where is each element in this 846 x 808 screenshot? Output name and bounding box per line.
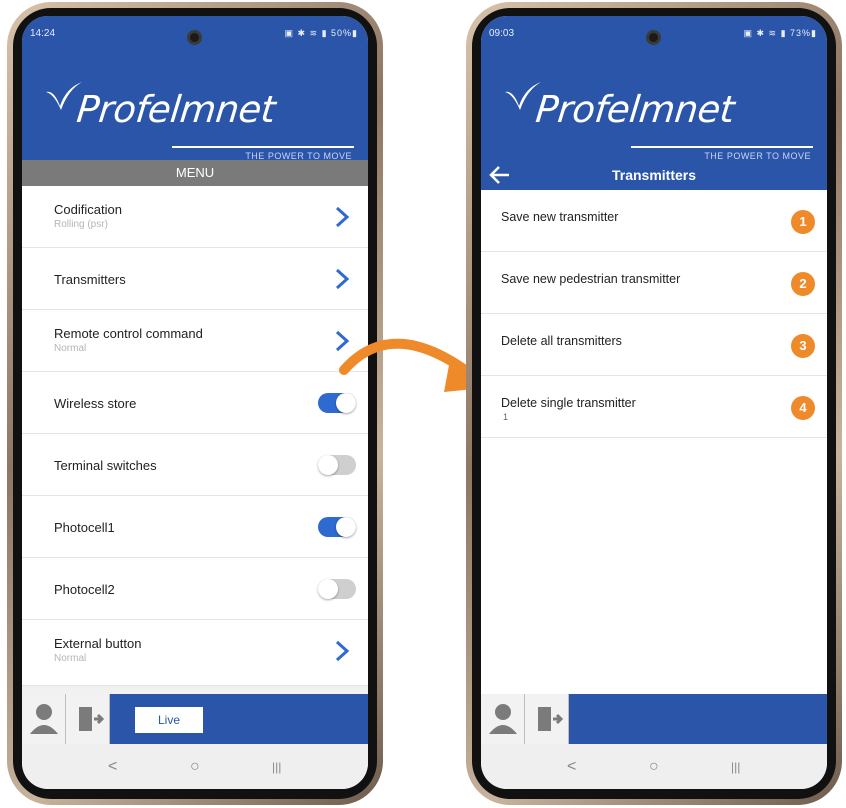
live-button[interactable]: Live [134, 706, 204, 734]
menu-item-terminal-switches: Terminal switches [22, 434, 368, 496]
nav-back-icon[interactable]: < [567, 758, 576, 776]
menu-item-external-button[interactable]: External button Normal [22, 620, 368, 686]
nav-back-icon[interactable]: < [108, 758, 117, 776]
toggle-knob [318, 455, 338, 475]
menu-header: MENU [22, 160, 368, 186]
status-icons: ▣ ✱ ≋ ▮ 50%▮ [284, 28, 358, 38]
brand-header: Profelmnet THE POWER TO MOVE [481, 50, 827, 161]
user-button[interactable] [22, 694, 66, 744]
logout-button[interactable] [525, 694, 569, 744]
menu-item-label: Photocell2 [54, 582, 115, 597]
menu-item-label: Wireless store [54, 396, 137, 411]
system-nav-bar: < ○ ||| [481, 744, 827, 789]
page-title: Transmitters [611, 167, 697, 183]
chevron-right-icon [335, 640, 350, 662]
left-screen: 14:24 ▣ ✱ ≋ ▮ 50%▮ Profelmnet THE POWER … [22, 16, 368, 789]
toggle-knob [318, 579, 338, 599]
list-item-label: Save new transmitter [501, 210, 619, 224]
logo-divider [631, 146, 813, 148]
bottom-toolbar: Live [22, 694, 368, 744]
transmitters-list: Save new transmitter 1 Save new pedestri… [481, 190, 827, 694]
step-badge: 4 [791, 396, 815, 420]
toggle-knob [336, 517, 356, 537]
chevron-right-icon [335, 206, 350, 228]
menu-item-label: Terminal switches [54, 458, 157, 473]
nav-recents-icon[interactable]: ||| [272, 760, 281, 774]
brand-logo: Profelmnet [74, 88, 278, 131]
nav-home-icon[interactable]: ○ [190, 758, 200, 776]
user-button[interactable] [481, 694, 525, 744]
brand-logo: Profelmnet [533, 88, 737, 131]
right-screen: 09:03 ▣ ✱ ≋ ▮ 73%▮ Profelmnet THE POWER … [481, 16, 827, 789]
terminal-switches-toggle[interactable] [318, 455, 356, 475]
menu-item-photocell2: Photocell2 [22, 558, 368, 620]
status-time: 09:03 [489, 28, 515, 39]
user-icon [30, 704, 58, 734]
menu-item-value: Normal [54, 653, 87, 664]
menu-list: Codification Rolling (psr) Transmitters … [22, 186, 368, 686]
menu-item-label: External button [54, 636, 142, 651]
step-badge: 1 [791, 210, 815, 234]
list-item-delete-single-transmitter[interactable]: Delete single transmitter 1 4 [481, 376, 827, 438]
menu-item-label: Remote control command [54, 326, 203, 341]
photocell2-toggle[interactable] [318, 579, 356, 599]
system-nav-bar: < ○ ||| [22, 744, 368, 789]
menu-item-transmitters[interactable]: Transmitters [22, 248, 368, 310]
left-phone: 14:24 ▣ ✱ ≋ ▮ 50%▮ Profelmnet THE POWER … [7, 2, 383, 805]
right-phone: 09:03 ▣ ✱ ≋ ▮ 73%▮ Profelmnet THE POWER … [466, 2, 842, 805]
list-item-label: Save new pedestrian transmitter [501, 272, 681, 286]
step-badge: 2 [791, 272, 815, 296]
nav-home-icon[interactable]: ○ [649, 758, 659, 776]
menu-item-wireless-store: Wireless store [22, 372, 368, 434]
list-item-value: 1 [503, 412, 509, 422]
exit-door-icon [538, 707, 564, 731]
logo-divider [172, 146, 354, 148]
back-arrow-icon[interactable] [487, 160, 513, 190]
photocell1-toggle[interactable] [318, 517, 356, 537]
nav-recents-icon[interactable]: ||| [731, 760, 740, 774]
menu-item-value: Normal [54, 343, 87, 354]
status-icons: ▣ ✱ ≋ ▮ 73%▮ [743, 28, 817, 38]
logout-button[interactable] [66, 694, 110, 744]
user-icon [489, 704, 517, 734]
list-item-label: Delete single transmitter [501, 396, 636, 410]
chevron-right-icon [335, 268, 350, 290]
menu-item-label: Transmitters [54, 272, 126, 287]
bottom-toolbar [481, 694, 827, 744]
menu-item-photocell1: Photocell1 [22, 496, 368, 558]
camera-icon [187, 30, 202, 45]
list-item-save-new-pedestrian-transmitter[interactable]: Save new pedestrian transmitter 2 [481, 252, 827, 314]
menu-item-value: Rolling (psr) [54, 219, 108, 230]
menu-item-label: Photocell1 [54, 520, 115, 535]
brand-header: Profelmnet THE POWER TO MOVE [22, 50, 368, 161]
step-badge: 3 [791, 334, 815, 358]
camera-icon [646, 30, 661, 45]
menu-item-codification[interactable]: Codification Rolling (psr) [22, 186, 368, 248]
page-title-bar: Transmitters [481, 160, 827, 190]
menu-item-label: Codification [54, 202, 122, 217]
menu-item-remote-control-command[interactable]: Remote control command Normal [22, 310, 368, 372]
list-item-save-new-transmitter[interactable]: Save new transmitter 1 [481, 190, 827, 252]
list-item-label: Delete all transmitters [501, 334, 622, 348]
list-item-delete-all-transmitters[interactable]: Delete all transmitters 3 [481, 314, 827, 376]
exit-door-icon [79, 707, 105, 731]
status-time: 14:24 [30, 28, 56, 39]
